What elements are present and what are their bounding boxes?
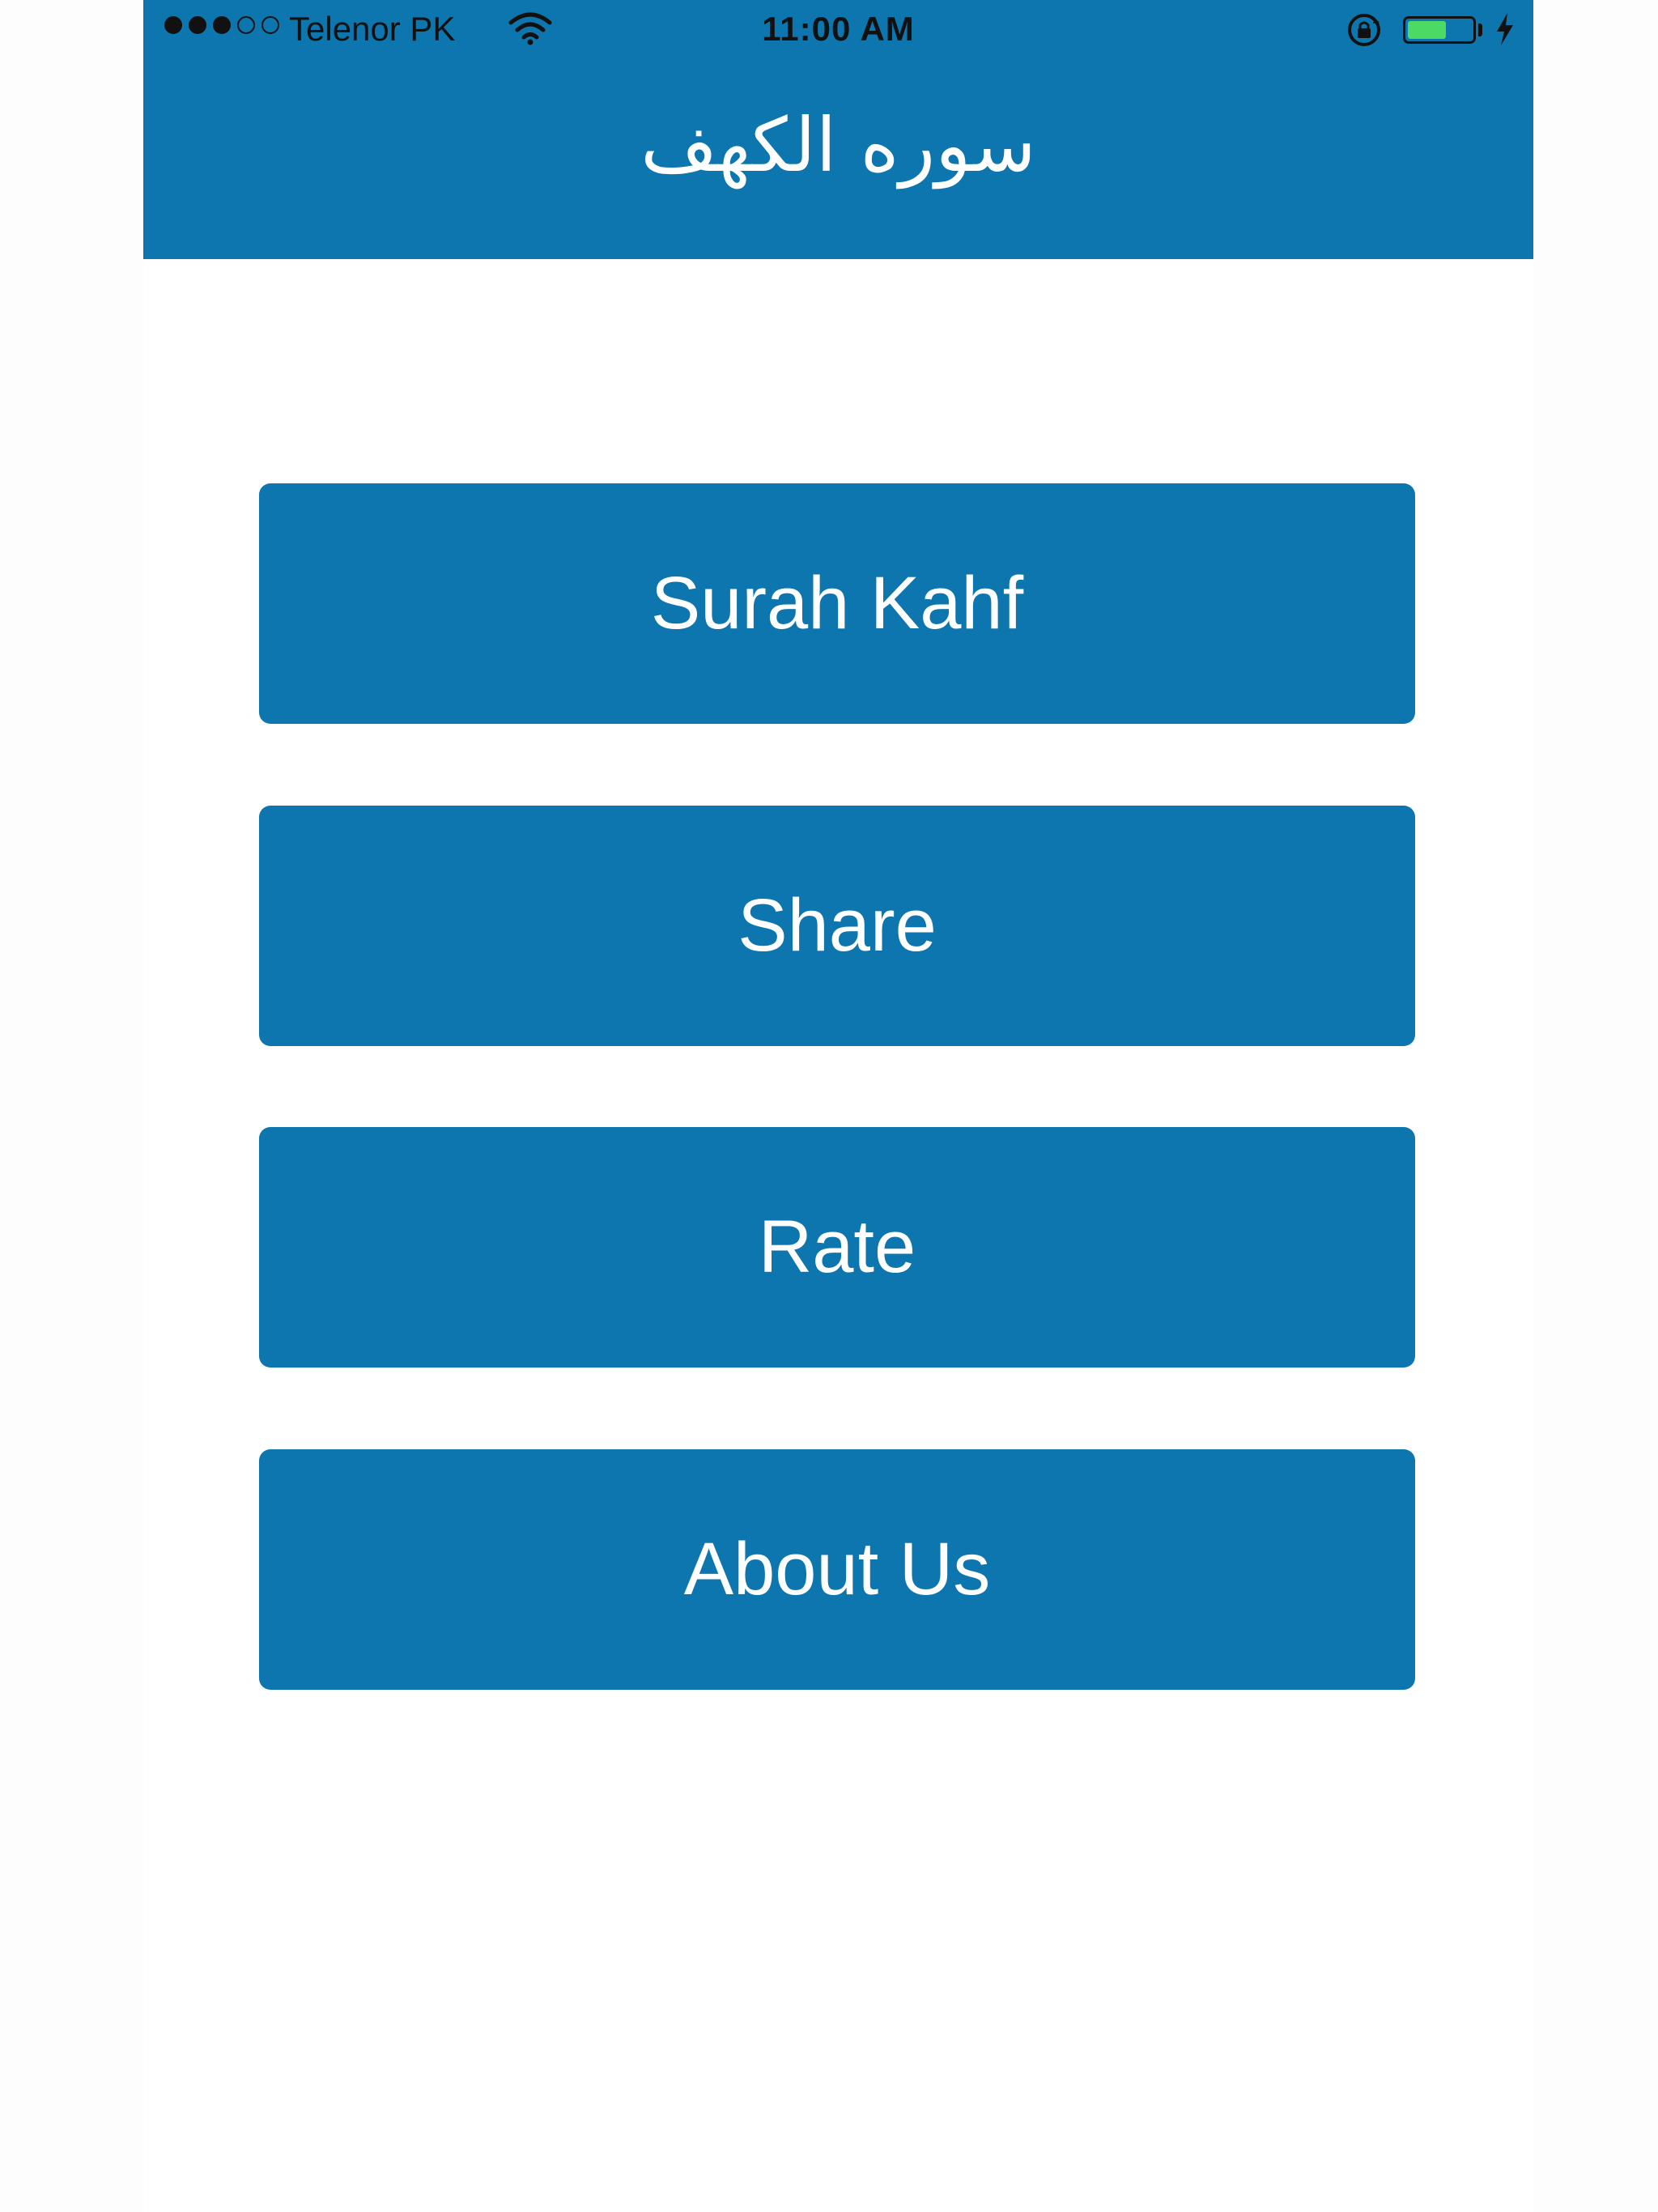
app-screen: Telenor PK 11:00 AM سوره الكهف Surah Kah… [143, 0, 1533, 2212]
status-bar: Telenor PK 11:00 AM [143, 0, 1533, 58]
surah-kahf-button[interactable]: Surah Kahf [259, 483, 1415, 724]
battery-icon [1403, 16, 1476, 44]
battery-tip [1478, 23, 1482, 36]
share-button[interactable]: Share [259, 806, 1415, 1046]
battery-fill [1408, 21, 1446, 39]
about-us-button[interactable]: About Us [259, 1449, 1415, 1690]
status-time: 11:00 AM [762, 10, 915, 48]
orientation-lock-icon [1348, 14, 1380, 46]
rate-button[interactable]: Rate [259, 1127, 1415, 1368]
page-title: سوره الكهف [640, 102, 1036, 189]
charging-bolt-icon [1497, 13, 1513, 45]
header-bar: Telenor PK 11:00 AM سوره الكهف [143, 0, 1533, 259]
